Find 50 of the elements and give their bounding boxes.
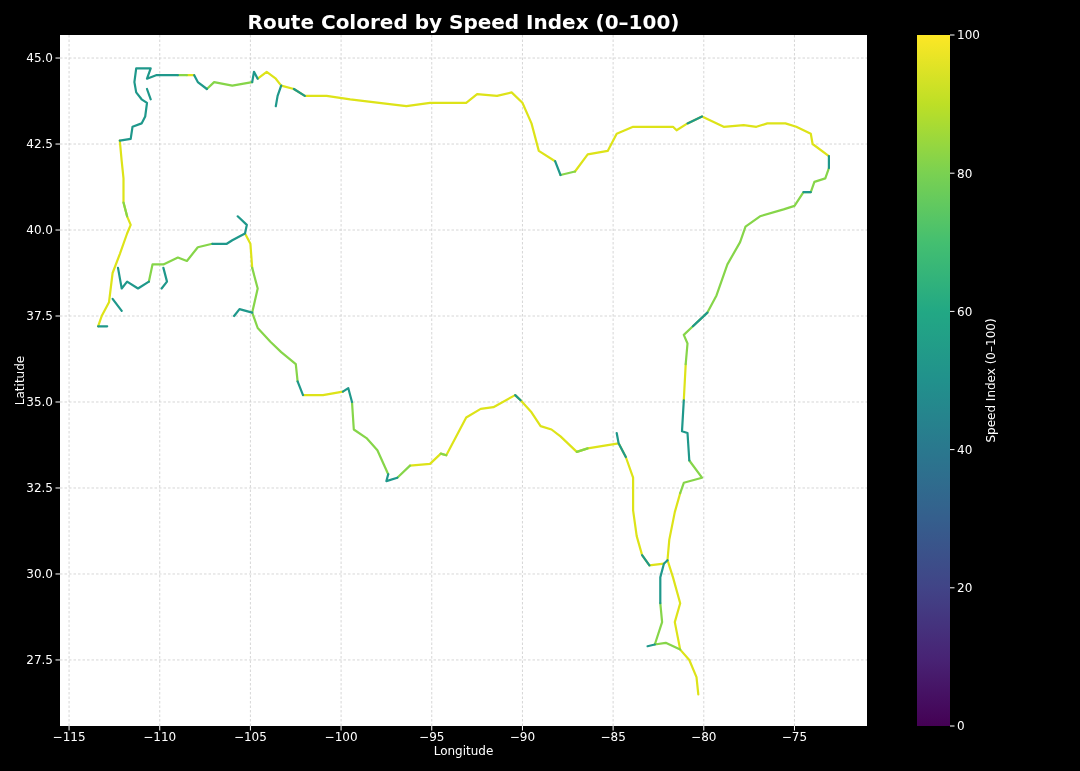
tick-mark — [55, 229, 61, 231]
x-tick-label: −80 — [691, 730, 717, 744]
tick-mark — [431, 725, 433, 731]
tick-mark — [340, 725, 342, 731]
y-tick-label: 27.5 — [26, 653, 53, 668]
colorbar-tick-label: 60 — [957, 304, 973, 319]
tick-mark — [612, 725, 614, 731]
x-tick-label: −115 — [52, 730, 86, 744]
y-tick-label: 37.5 — [26, 309, 53, 324]
tick-mark — [949, 310, 955, 312]
x-tick-label: −90 — [509, 730, 536, 744]
tick-mark — [521, 725, 523, 731]
tick-mark — [949, 172, 955, 174]
tick-mark — [949, 587, 955, 589]
y-tick-label: 30.0 — [26, 567, 53, 582]
tick-mark — [55, 143, 61, 145]
tick-mark — [793, 725, 795, 731]
x-tick-label: −105 — [233, 730, 267, 744]
tick-mark — [55, 659, 61, 661]
colorbar-label: Speed Index (0–100) — [984, 318, 998, 443]
x-tick-label: −75 — [781, 730, 808, 744]
tick-mark — [55, 487, 61, 489]
tick-mark — [55, 315, 61, 317]
tick-mark — [949, 725, 955, 727]
tick-mark — [159, 725, 161, 731]
y-axis-label: Latitude — [13, 355, 27, 406]
tick-mark — [55, 573, 61, 575]
x-tick-label: −95 — [419, 730, 445, 744]
x-tick-label: −85 — [600, 730, 626, 744]
tick-mark — [949, 34, 955, 36]
y-tick-label: 40.0 — [26, 223, 53, 238]
colorbar-tick-label: 0 — [957, 719, 965, 734]
tick-mark — [249, 725, 251, 731]
x-axis-label: Longitude — [433, 744, 494, 758]
y-tick-label: 32.5 — [26, 481, 53, 496]
chart-title: Route Colored by Speed Index (0–100) — [247, 10, 680, 34]
y-tick-label: 45.0 — [26, 51, 53, 66]
tick-mark — [68, 725, 70, 731]
tick-mark — [949, 449, 955, 451]
x-tick-label: −110 — [143, 730, 177, 744]
y-tick-label: 42.5 — [26, 137, 53, 152]
colorbar-tick-label: 20 — [957, 581, 973, 596]
colorbar-tick-label: 40 — [957, 442, 973, 457]
tick-mark — [55, 401, 61, 403]
tick-mark — [55, 57, 61, 59]
colorbar-tick-label: 100 — [957, 28, 980, 43]
tick-mark — [703, 725, 705, 731]
x-tick-label: −100 — [324, 730, 358, 744]
colorbar-tick-label: 80 — [957, 166, 973, 181]
y-tick-label: 35.0 — [26, 395, 53, 410]
